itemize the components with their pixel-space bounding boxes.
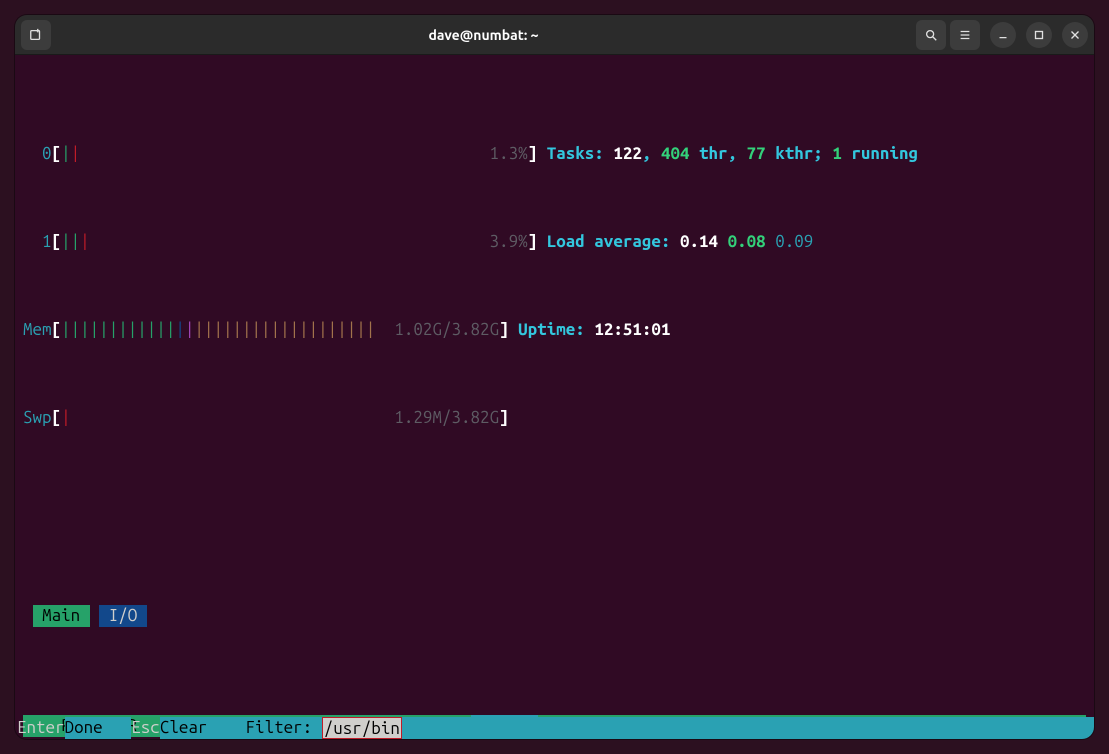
search-button[interactable] (916, 20, 946, 50)
clear-button[interactable]: Clear (160, 717, 236, 739)
load-label: Load average: (547, 231, 680, 253)
terminal-window: dave@numbat: ~ 0[|| 1.3%] Tasks: 122, 40… (15, 15, 1094, 739)
terminal-content[interactable]: 0[|| 1.3%] Tasks: 122, 404 thr, 77 kthr;… (15, 55, 1094, 739)
tab-bar: Main I/O (23, 605, 1086, 627)
done-button[interactable]: Done (65, 717, 132, 739)
uptime-label: Uptime: (518, 319, 594, 341)
enter-key-hint: Enter (17, 717, 65, 739)
minimize-button[interactable] (990, 22, 1016, 48)
new-tab-button[interactable] (21, 20, 51, 50)
titlebar: dave@numbat: ~ (15, 15, 1094, 55)
window-title: dave@numbat: ~ (55, 24, 912, 46)
filter-label: Filter: (236, 717, 322, 739)
tasks-label: Tasks: (547, 143, 614, 165)
cpu1-meter: 1[||| 3.9%] Load average: 0.14 0.08 0.09 (23, 231, 1086, 253)
tab-io[interactable]: I/O (99, 605, 147, 627)
tab-main[interactable]: Main (33, 605, 90, 627)
hamburger-menu-button[interactable] (950, 20, 980, 50)
filter-input[interactable]: /usr/bin (322, 717, 402, 739)
esc-key-hint: Esc (131, 717, 160, 739)
mem-meter: Mem[||||||||||||||||||||||||||||||||| 1.… (23, 319, 1086, 341)
cpu0-meter: 0[|| 1.3%] Tasks: 122, 404 thr, 77 kthr;… (23, 143, 1086, 165)
maximize-button[interactable] (1026, 22, 1052, 48)
swp-meter: Swp[| 1.29M/3.82G] (23, 407, 1086, 429)
close-button[interactable] (1062, 22, 1088, 48)
footer-bar: EnterDone EscClear Filter: /usr/bin (15, 717, 1094, 739)
